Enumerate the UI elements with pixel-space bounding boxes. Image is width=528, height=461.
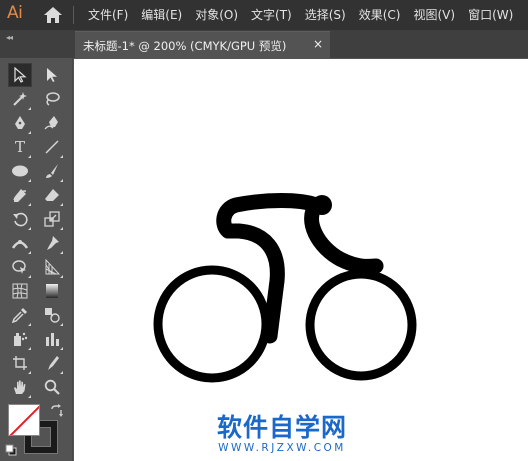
symbol-sprayer-tool[interactable] — [8, 327, 32, 351]
line-segment-tool[interactable] — [40, 135, 64, 159]
blend-tool[interactable] — [40, 303, 64, 327]
menu-edit[interactable]: 编辑(E) — [141, 0, 182, 30]
tools-panel: T — [0, 58, 73, 461]
scale-tool[interactable] — [40, 207, 64, 231]
hand-tool[interactable] — [8, 375, 32, 399]
front-wheel — [305, 269, 417, 381]
artboard-canvas[interactable] — [74, 59, 528, 461]
width-tool[interactable] — [8, 231, 32, 255]
artboard-tool[interactable] — [8, 351, 32, 375]
paintbrush-tool[interactable] — [40, 159, 64, 183]
fill-swatch[interactable] — [8, 404, 40, 436]
curvature-tool[interactable] — [40, 111, 64, 135]
eraser-tool[interactable] — [40, 183, 64, 207]
type-tool[interactable]: T — [8, 135, 32, 159]
watermark: 软件自学网 WWW.RJZXW.COM — [207, 413, 357, 455]
pen-tool[interactable] — [8, 111, 32, 135]
document-tab[interactable]: 未标题-1* @ 200% (CMYK/GPU 预览) × — [75, 31, 330, 58]
shaper-tool[interactable] — [8, 183, 32, 207]
swap-fill-stroke-icon[interactable] — [50, 404, 64, 418]
default-colors-icon[interactable] — [5, 444, 17, 456]
eyedropper-tool[interactable] — [8, 303, 32, 327]
rotate-tool[interactable] — [8, 207, 32, 231]
rider-body — [216, 193, 384, 344]
menu-effect[interactable]: 效果(C) — [359, 0, 401, 30]
perspective-grid-tool[interactable] — [40, 255, 64, 279]
gradient-tool[interactable] — [40, 279, 64, 303]
puppet-warp-tool[interactable] — [40, 231, 64, 255]
menu-view[interactable]: 视图(V) — [413, 0, 455, 30]
column-graph-tool[interactable] — [40, 327, 64, 351]
menu-type[interactable]: 文字(T) — [251, 0, 292, 30]
none-fill-icon — [9, 405, 39, 435]
menu-items: 文件(F) 编辑(E) 对象(O) 文字(T) 选择(S) 效果(C) 视图(V… — [88, 0, 526, 30]
collapse-panel-icon[interactable]: ◂◂ — [6, 33, 13, 42]
tab-close-icon[interactable]: × — [313, 37, 323, 51]
home-icon[interactable] — [43, 6, 63, 24]
mesh-tool[interactable] — [8, 279, 32, 303]
rear-wheel — [153, 265, 271, 383]
selection-tool[interactable] — [8, 63, 32, 87]
menu-select[interactable]: 选择(S) — [305, 0, 346, 30]
menu-object[interactable]: 对象(O) — [195, 0, 238, 30]
watermark-url: WWW.RJZXW.COM — [218, 442, 346, 454]
menu-bar: Ai 文件(F) 编辑(E) 对象(O) 文字(T) 选择(S) 效果(C) 视… — [0, 0, 528, 30]
document-tab-title: 未标题-1* @ 200% (CMYK/GPU 预览) — [83, 39, 287, 53]
menu-file[interactable]: 文件(F) — [88, 0, 128, 30]
shape-builder-tool[interactable] — [8, 255, 32, 279]
watermark-title: 软件自学网 — [216, 413, 347, 442]
slice-tool[interactable] — [40, 351, 64, 375]
app-logo: Ai — [7, 3, 23, 23]
magic-wand-tool[interactable] — [8, 87, 32, 111]
zoom-tool[interactable] — [40, 375, 64, 399]
menu-window[interactable]: 窗口(W) — [468, 0, 513, 30]
lasso-tool[interactable] — [40, 87, 64, 111]
cyclist-artwork[interactable] — [74, 59, 528, 461]
direct-selection-tool[interactable] — [40, 63, 64, 87]
ellipse-tool[interactable] — [8, 159, 32, 183]
menu-divider — [73, 6, 74, 24]
rider-head — [312, 195, 332, 215]
